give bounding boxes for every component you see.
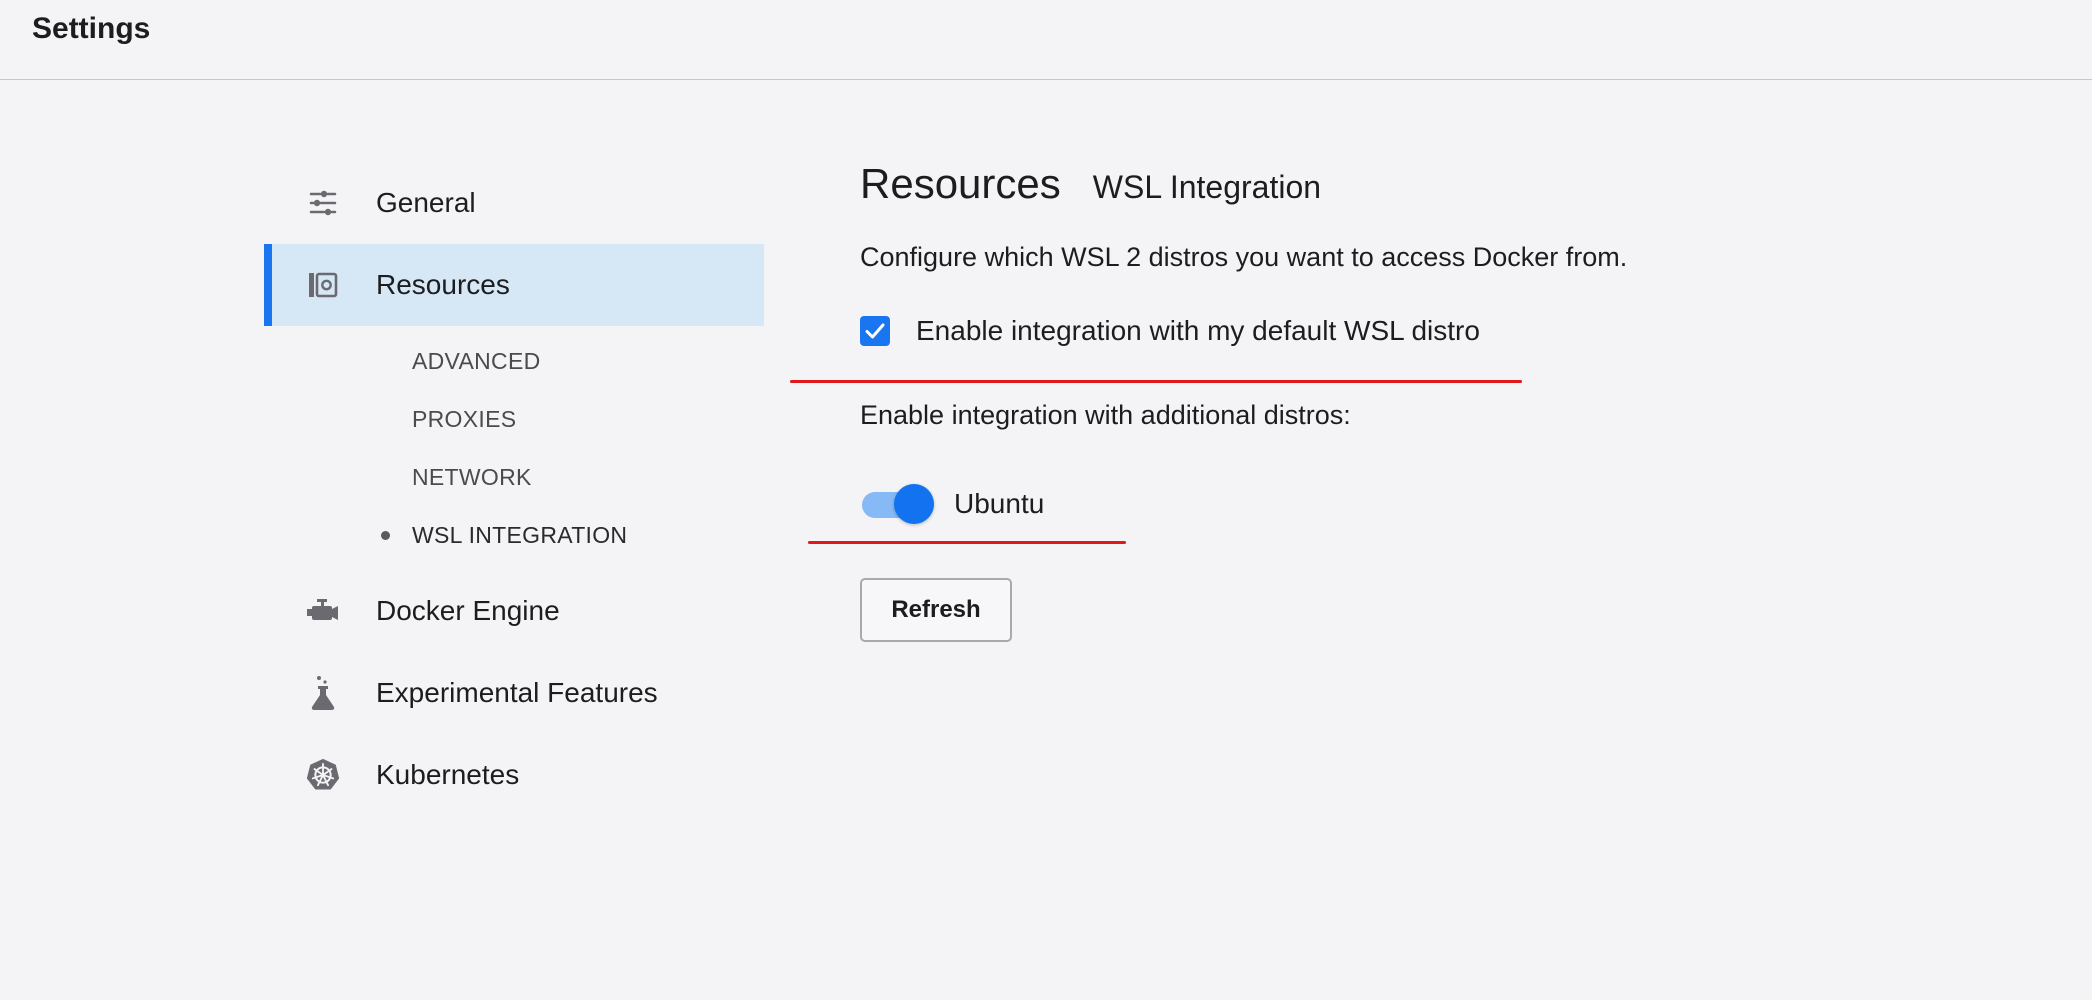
subnav-item-label: NETWORK — [412, 463, 532, 490]
annotation-underline — [790, 380, 1522, 383]
current-bullet-icon — [381, 530, 390, 540]
distro-label: Ubuntu — [954, 488, 1045, 519]
additional-distros-label: Enable integration with additional distr… — [860, 400, 1351, 430]
checkmark-icon — [865, 323, 885, 339]
default-distro-checkbox-row[interactable]: Enable integration with my default WSL d… — [860, 315, 1480, 347]
sidebar-item-label: Docker Engine — [376, 595, 560, 626]
subnav-item-proxies[interactable]: PROXIES — [264, 390, 764, 448]
sidebar-item-experimental[interactable]: Experimental Features — [264, 652, 764, 734]
default-distro-checkbox[interactable] — [860, 316, 890, 346]
sidebar-item-label: Kubernetes — [376, 759, 520, 790]
resources-subnav: ADVANCED PROXIES NETWORK WSL INTEGRATION — [264, 326, 764, 570]
sliders-icon — [306, 186, 340, 220]
section-description: Configure which WSL 2 distros you want t… — [860, 242, 1628, 272]
sidebar-item-kubernetes[interactable]: Kubernetes — [264, 734, 764, 816]
section-subtitle: WSL Integration — [1092, 169, 1322, 205]
refresh-button[interactable]: Refresh — [860, 578, 1012, 642]
engine-icon — [306, 594, 340, 628]
header-bar: Settings — [0, 0, 2092, 80]
subnav-item-network[interactable]: NETWORK — [264, 448, 764, 506]
sidebar-item-label: Experimental Features — [376, 677, 658, 708]
section-title-row: Resources WSL Integration — [860, 160, 1960, 220]
kubernetes-icon — [306, 758, 340, 792]
wsl-integration-panel: Resources WSL Integration Configure whic… — [790, 160, 1960, 642]
ubuntu-toggle[interactable] — [860, 484, 934, 524]
section-title: Resources — [860, 160, 1061, 207]
sidebar-item-label: Resources — [376, 269, 510, 300]
default-distro-checkbox-label: Enable integration with my default WSL d… — [916, 315, 1480, 346]
sidebar-item-label: General — [376, 187, 476, 218]
sidebar: General Resources ADVANCED PROXIES NETWO… — [264, 162, 764, 816]
flask-icon — [306, 676, 340, 710]
subnav-item-label: PROXIES — [412, 405, 517, 432]
subnav-item-label: WSL INTEGRATION — [412, 521, 628, 548]
subnav-item-advanced[interactable]: ADVANCED — [264, 332, 764, 390]
subnav-item-wsl-integration[interactable]: WSL INTEGRATION — [264, 506, 764, 564]
annotation-underline — [808, 541, 1126, 544]
page-title: Settings — [32, 12, 151, 45]
toggle-knob — [894, 484, 934, 524]
subnav-item-label: ADVANCED — [412, 347, 541, 374]
distro-toggle-row-ubuntu[interactable]: Ubuntu — [860, 484, 1044, 524]
sidebar-item-general[interactable]: General — [264, 162, 764, 244]
sidebar-item-docker-engine[interactable]: Docker Engine — [264, 570, 764, 652]
sidebar-item-resources[interactable]: Resources — [264, 244, 764, 326]
resources-icon — [306, 268, 340, 302]
